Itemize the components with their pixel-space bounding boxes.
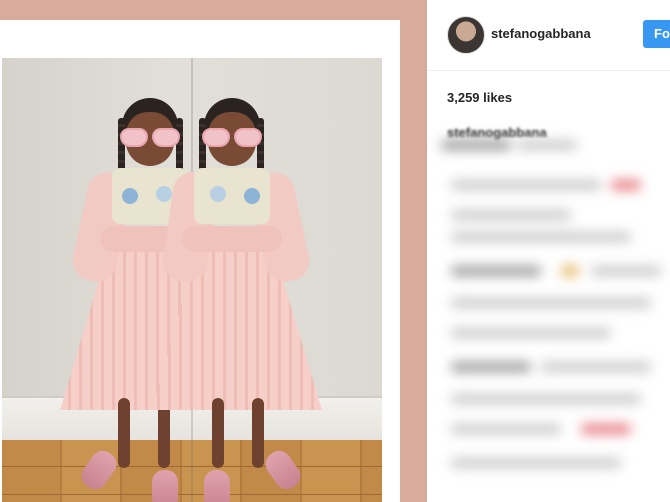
post-header: stefanogabbana Fo (427, 0, 670, 71)
username-link[interactable]: stefanogabbana (491, 26, 591, 41)
follow-button[interactable]: Fo (643, 20, 670, 48)
blurred-comments (441, 118, 670, 502)
post-sidebar: stefanogabbana Fo 3,259 likes stefanogab… (427, 0, 670, 502)
post-image-card (0, 20, 400, 502)
post-photo[interactable] (2, 58, 382, 502)
girl-figure-right (152, 98, 322, 502)
profile-avatar[interactable] (447, 16, 485, 54)
likes-count[interactable]: 3,259 likes (447, 90, 512, 105)
